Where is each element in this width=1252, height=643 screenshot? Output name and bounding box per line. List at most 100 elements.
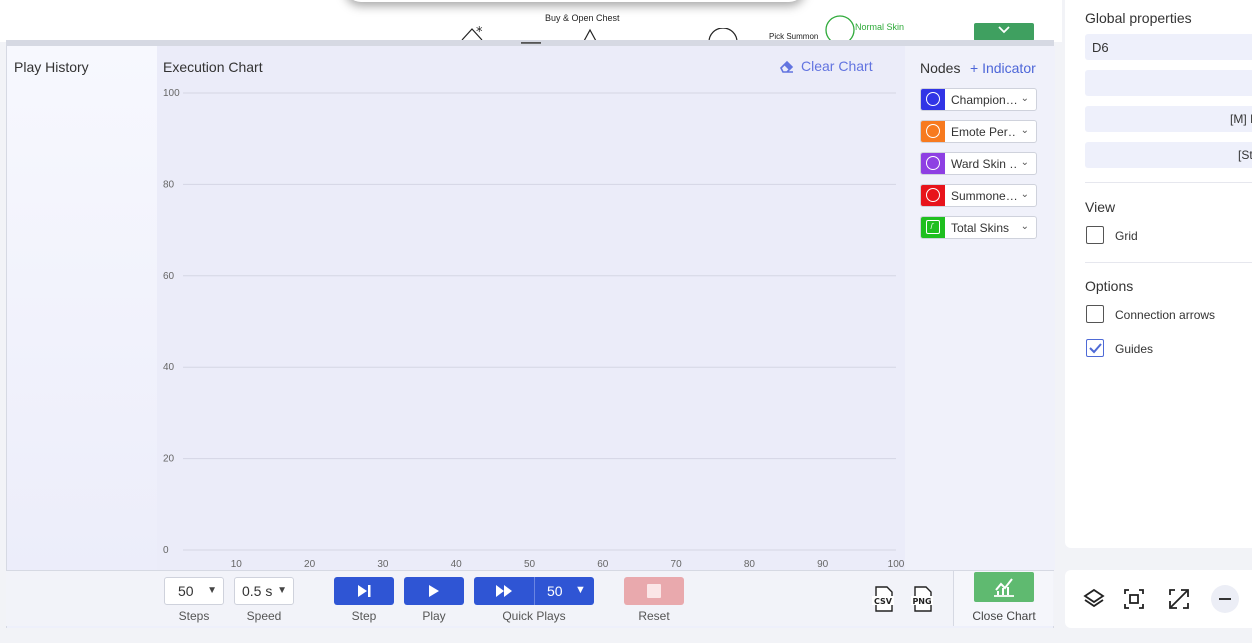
green-circle-node-icon[interactable]: [824, 14, 856, 42]
caret-down-icon[interactable]: ▼: [575, 584, 586, 596]
x-tick-label: 20: [304, 559, 316, 570]
global-properties-title: Global properties: [1085, 10, 1192, 26]
minus-icon: [1219, 598, 1231, 600]
node-color-swatch: [921, 185, 945, 206]
x-tick-label: 100: [888, 559, 905, 570]
nodes-title: Nodes: [920, 60, 961, 76]
node-item[interactable]: Champion… ⌄: [920, 88, 1037, 111]
divider: [534, 577, 535, 605]
y-tick-label: 80: [163, 179, 175, 190]
node-color-swatch: [921, 153, 945, 174]
reset-button[interactable]: [624, 577, 684, 605]
chevron-down-icon: ⌄: [1020, 125, 1029, 136]
y-tick-label: 100: [163, 88, 180, 99]
field-value: [M] I: [1230, 112, 1252, 126]
x-tick-label: 50: [524, 559, 536, 570]
x-tick-label: 30: [377, 559, 389, 570]
chevron-down-icon: ⌄: [1020, 221, 1029, 232]
node-label: Emote Per…: [951, 125, 1017, 139]
node-label: Ward Skin …: [951, 157, 1017, 171]
global-property-field[interactable]: [M] I: [1085, 106, 1252, 132]
close-chart-label: Close Chart: [972, 609, 1036, 623]
play-history-panel: Play History: [7, 46, 157, 570]
register-icon: /˙: [926, 220, 940, 234]
grid-label: Grid: [1115, 229, 1138, 243]
view-title: View: [1085, 199, 1116, 215]
speed-value: 0.5 s: [242, 583, 273, 599]
node-label: Champion…: [951, 93, 1017, 107]
node-item[interactable]: Summone… ⌄: [920, 184, 1037, 207]
connection-arrows-label: Connection arrows: [1115, 308, 1216, 322]
zoom-out-button[interactable]: [1211, 585, 1239, 613]
normal-skin-label: Normal Skin: [855, 22, 905, 32]
play-label: Play: [422, 609, 446, 623]
connection-arrows-checkbox[interactable]: [1086, 305, 1104, 323]
x-tick-label: 40: [451, 559, 463, 570]
select-area-icon[interactable]: [1122, 587, 1146, 611]
floating-toolbar-shadow: [345, 0, 805, 2]
caret-down-icon: ▼: [277, 585, 287, 596]
zoom-toolbar: [1065, 570, 1252, 628]
grid-checkbox[interactable]: [1086, 226, 1104, 244]
png-export-icon[interactable]: PNG: [910, 586, 934, 612]
node-color-swatch: [921, 121, 945, 142]
divider: [1085, 262, 1252, 263]
y-tick-label: 0: [163, 545, 169, 556]
nodes-panel: Nodes + Indicator Champion… ⌄ Emote Per……: [905, 46, 1055, 570]
x-tick-label: 70: [671, 559, 683, 570]
guides-checkbox[interactable]: [1086, 339, 1104, 357]
play-button[interactable]: [404, 577, 464, 605]
global-property-field[interactable]: D6: [1085, 34, 1252, 60]
close-chart-green-button[interactable]: [974, 572, 1034, 602]
y-tick-label: 40: [163, 362, 175, 373]
csv-export-icon[interactable]: CSV: [871, 586, 895, 612]
x-tick-label: 10: [231, 559, 243, 570]
guides-label: Guides: [1115, 342, 1154, 356]
fit-screen-icon[interactable]: [1167, 587, 1191, 611]
circle-icon: [926, 92, 940, 106]
node-item[interactable]: Ward Skin … ⌄: [920, 152, 1037, 175]
step-label: Step: [351, 609, 377, 623]
quick-plays-control[interactable]: 50 ▼: [474, 577, 594, 605]
circle-icon: [926, 188, 940, 202]
global-property-field[interactable]: [1085, 70, 1252, 96]
node-item[interactable]: /˙ Total Skins ⌄: [920, 216, 1037, 239]
steps-label: Steps: [178, 609, 210, 623]
stop-icon: [647, 584, 661, 598]
node-color-swatch: /˙: [921, 217, 945, 238]
chevron-down-icon: ⌄: [1020, 189, 1029, 200]
speed-label: Speed: [246, 609, 282, 623]
svg-text:*: *: [476, 26, 483, 40]
check-icon: [1089, 343, 1102, 354]
chevron-down-icon: [998, 26, 1010, 34]
x-tick-label: 80: [744, 559, 756, 570]
execution-chart-area: Execution Chart Clear Chart 0 20 40 60 80 100…: [157, 46, 905, 570]
chevron-down-icon: ⌄: [1020, 93, 1029, 104]
add-indicator-button[interactable]: + Indicator: [970, 60, 1036, 76]
y-tick-label: 20: [163, 454, 175, 465]
x-tick-label: 60: [597, 559, 609, 570]
speed-select[interactable]: 0.5 s ▼: [234, 577, 294, 605]
steps-select[interactable]: 50 ▼: [164, 577, 224, 605]
reset-label: Reset: [638, 609, 670, 623]
caret-down-icon: ▼: [207, 585, 217, 596]
node-label: Summone…: [951, 189, 1017, 203]
options-title: Options: [1085, 278, 1134, 294]
pick-label: Pick Summon: [769, 32, 819, 40]
node-label: Total Skins: [951, 221, 1010, 235]
quick-plays-label: Quick Plays: [502, 609, 566, 623]
play-icon: [429, 585, 439, 597]
node-item[interactable]: Emote Per… ⌄: [920, 120, 1037, 143]
csv-text: CSV: [874, 597, 893, 606]
layers-icon[interactable]: [1082, 587, 1106, 611]
steps-value: 50: [178, 583, 194, 599]
close-chart-button[interactable]: Close Chart: [953, 571, 1053, 626]
circle-icon: [926, 156, 940, 170]
play-history-title: Play History: [14, 59, 89, 75]
step-button[interactable]: [334, 577, 394, 605]
buy-chest-label: Buy & Open Chest: [545, 13, 620, 23]
global-property-field[interactable]: [St: [1085, 142, 1252, 168]
canvas-top-strip: * Buy & Open Chest Pick Summon Normal Sk…: [0, 0, 1062, 42]
dropdown-button[interactable]: [974, 23, 1034, 41]
png-text: PNG: [912, 597, 931, 606]
